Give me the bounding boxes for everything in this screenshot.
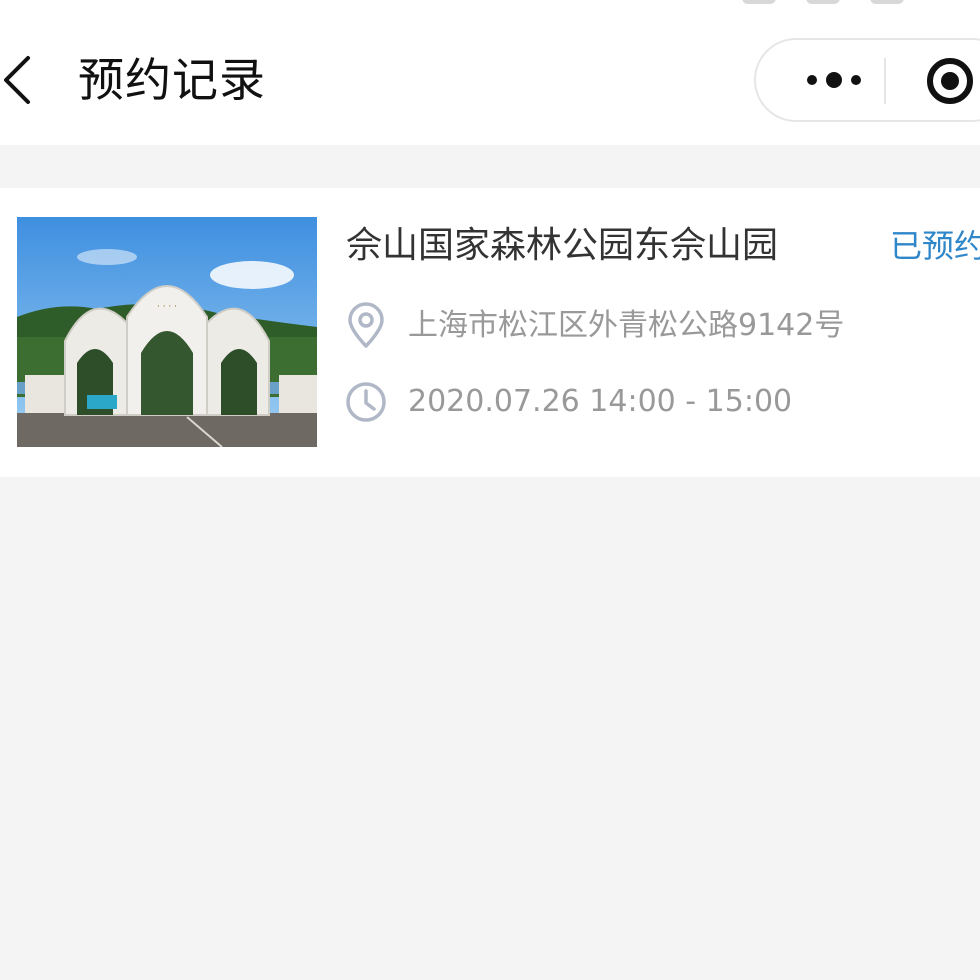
status-badge: 已预约 [890, 227, 980, 265]
more-button[interactable] [784, 40, 884, 120]
more-dots-icon [807, 72, 861, 88]
wifi-icon [806, 0, 840, 4]
venue-name: 佘山国家森林公园东佘山园 [346, 225, 779, 266]
signal-icon [742, 0, 776, 4]
time-text: 2020.07.26 14:00 - 15:00 [408, 384, 793, 419]
capsule-divider [884, 58, 886, 104]
page-title: 预约记录 [78, 53, 266, 107]
park-gate-image: · · · · [17, 217, 317, 447]
miniprogram-capsule [754, 38, 980, 122]
status-icons [742, 0, 904, 4]
reservation-card[interactable]: · · · · 佘山国家森林公园东佘山园 已预约 上海市松江区外青松公路9142… [0, 188, 980, 477]
back-button[interactable] [0, 52, 44, 108]
navigation-bar: 预约记录 [0, 14, 980, 145]
close-button[interactable] [926, 57, 974, 105]
svg-text:· · · ·: · · · · [157, 302, 177, 312]
address-row: 上海市松江区外青松公路9142号 [344, 302, 844, 350]
location-pin-icon [344, 302, 388, 350]
time-row: 2020.07.26 14:00 - 15:00 [344, 378, 792, 426]
target-close-icon [927, 58, 973, 104]
chevron-left-icon [4, 56, 30, 104]
clock-icon [344, 378, 388, 426]
battery-icon [870, 0, 904, 4]
status-bar [0, 0, 980, 14]
address-text: 上海市松江区外青松公路9142号 [408, 308, 845, 343]
